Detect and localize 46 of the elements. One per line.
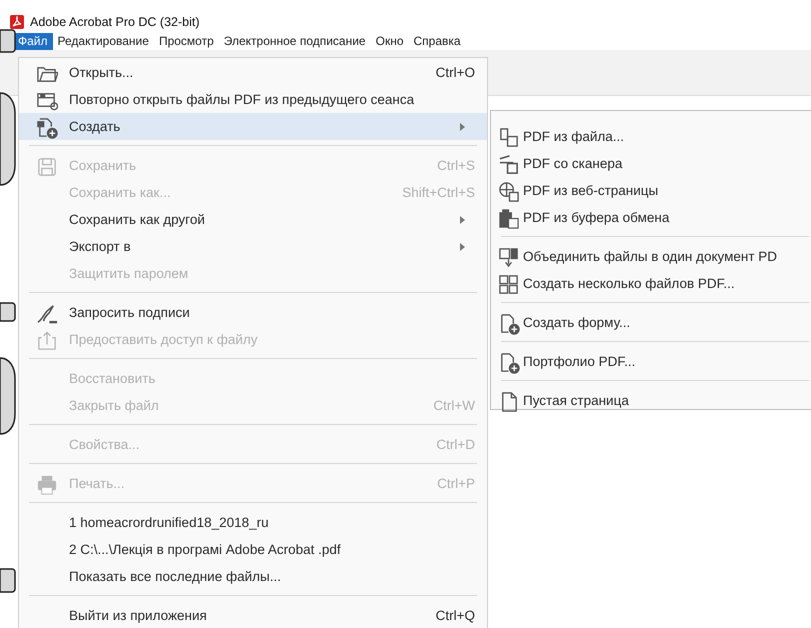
menu-title[interactable]: Редактирование: [52, 33, 154, 50]
globe-icon: [498, 181, 520, 203]
submenu-arrow-icon: [460, 242, 465, 250]
menu-title[interactable]: Окно: [370, 33, 408, 50]
menu-item[interactable]: Создать форму...: [491, 309, 811, 336]
menu-item[interactable]: Повторно открыть файлы PDF из предыдущего сеанса: [19, 86, 487, 113]
menu-title[interactable]: Справка: [408, 33, 466, 50]
save-icon: [36, 156, 58, 178]
menu-item[interactable]: Объединить файлы в один документ PD: [491, 243, 811, 270]
menu-item[interactable]: Экспорт в: [19, 233, 487, 260]
menu-title[interactable]: Электронное подписание: [218, 33, 371, 50]
print-icon: [36, 474, 58, 496]
combine-files-icon: [498, 247, 520, 269]
app-logo-icon: [10, 15, 24, 29]
menu-item[interactable]: 2 C:\...\Лекція в програмі Adobe Acrobat .pdf: [19, 536, 487, 563]
menu-item[interactable]: Открыть... Ctrl+O: [19, 59, 487, 86]
window-title: Adobe Acrobat Pro DC (32-bit): [30, 15, 200, 29]
create-document-icon: [36, 117, 58, 139]
menu-item[interactable]: PDF из буфера обмена: [491, 204, 811, 231]
portfolio-icon: [498, 352, 520, 374]
menu-item[interactable]: PDF со сканера: [491, 150, 811, 177]
recent-files-icon: [36, 90, 58, 112]
document-icon: [498, 127, 520, 149]
clipboard-icon: [498, 208, 520, 230]
multiple-documents-icon: [498, 274, 520, 296]
menu-item[interactable]: Портфолио PDF...: [491, 348, 811, 375]
share-icon: [36, 330, 58, 352]
menu-item[interactable]: PDF из файла...: [491, 123, 811, 150]
submenu-arrow-icon: [460, 122, 465, 130]
menu-item[interactable]: PDF из веб-страницы: [491, 177, 811, 204]
menu-item[interactable]: Показать все последние файлы...: [19, 563, 487, 590]
menu-item[interactable]: Создать несколько файлов PDF...: [491, 270, 811, 297]
submenu-arrow-icon: [460, 216, 465, 224]
scanner-icon: [498, 154, 520, 176]
signature-icon: [36, 303, 58, 325]
menu-item[interactable]: Запросить подписи: [19, 299, 487, 326]
menu-item[interactable]: Создать: [19, 113, 487, 140]
callout-marker: [0, 568, 17, 593]
menu-title[interactable]: Просмотр: [154, 33, 219, 50]
menu-title[interactable]: Файл: [13, 33, 53, 50]
menu-item[interactable]: Выйти из приложения Ctrl+Q: [19, 602, 487, 628]
menu-item[interactable]: 1 homeacrordrunified18_2018_ru: [19, 509, 487, 536]
form-icon: [498, 313, 520, 335]
callout-marker: [0, 302, 17, 322]
menu-item[interactable]: Пустая страница: [491, 387, 811, 414]
menu-item[interactable]: Сохранить как другой: [19, 206, 487, 233]
